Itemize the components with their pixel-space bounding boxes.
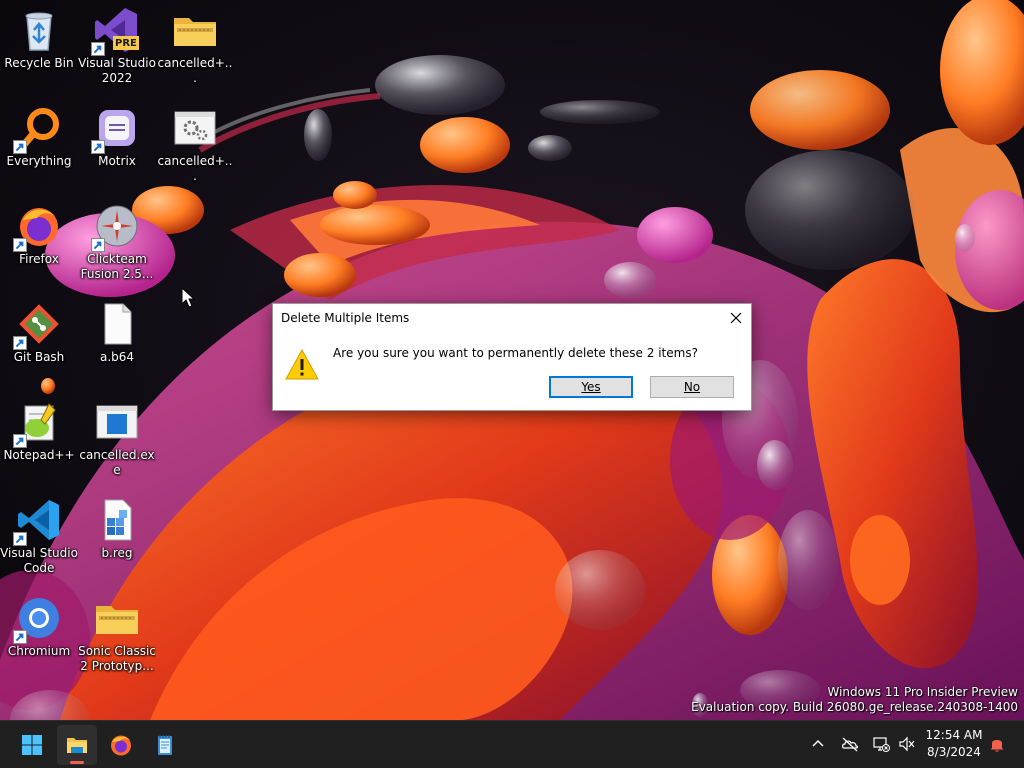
desktop-icon-label: Git Bash [13,350,65,364]
notepad-icon [158,735,172,755]
taskbar: 12:54 AM 8/3/2024 [0,720,1024,768]
desktop-icon-motrix[interactable]: Motrix [78,98,156,184]
desktop-icon-notepad-plus-plus[interactable]: Notepad++ [0,392,78,478]
dialog-titlebar[interactable]: Delete Multiple Items [273,304,751,332]
desktop-icon-sonic-classic[interactable]: Sonic Classic 2 Prototyp... [78,588,156,674]
desktop-icon-a-b64[interactable]: a.b64 [78,294,156,380]
desktop-icon-clickteam-fusion[interactable]: Clickteam Fusion 2.5... [78,196,156,282]
git-bash-icon [13,300,63,350]
desktop-icon-cancelled-exe[interactable]: cancelled.exe [78,392,156,478]
settings-file-icon [171,104,219,152]
no-button[interactable]: No [650,376,734,398]
onedrive-tray-button[interactable] [839,733,861,755]
vscode-icon [13,496,63,546]
chevron-up-icon [812,739,824,747]
clock-date: 8/3/2024 [927,745,981,759]
desktop-icon-label: Notepad++ [3,448,75,462]
everything-search-icon [13,104,63,154]
desktop-icon-label: Visual Studio Code [0,546,78,575]
show-hidden-icons-button[interactable] [807,733,829,755]
desktop-icon-label: b.reg [101,546,133,560]
registry-file-icon [93,496,141,544]
chromium-icon [13,594,63,644]
desktop-icon-label: cancelled+... [157,154,233,183]
desktop-icon-label: Firefox [19,252,59,266]
desktop-icon-label: Recycle Bin [4,56,74,70]
desktop-icon-label: cancelled+... [157,56,233,85]
firefox-icon [111,735,131,756]
shortcut-arrow-icon [91,140,105,154]
shortcut-arrow-icon [13,238,27,252]
close-button[interactable] [721,304,751,332]
taskbar-clock[interactable]: 12:54 AM 8/3/2024 [918,727,990,761]
active-app-indicator [70,761,84,764]
notifications-button[interactable] [986,733,1008,755]
taskbar-file-explorer[interactable] [57,725,97,765]
delete-confirmation-dialog: Delete Multiple Items Are you sure you w… [272,303,752,411]
volume-tray-button[interactable] [896,733,918,755]
desktop-icon-everything[interactable]: Everything [0,98,78,184]
desktop-icon-chromium[interactable]: Chromium [0,588,78,674]
network-disconnected-icon [873,737,890,752]
desktop-icon-vscode[interactable]: Visual Studio Code [0,490,78,576]
dialog-body: Are you sure you want to permanently del… [273,332,751,410]
yes-button[interactable]: Yes [549,376,633,398]
exe-window-icon [93,398,141,446]
motrix-icon [91,104,141,154]
blank-file-icon [93,300,141,348]
clickteam-fusion-icon [91,202,141,252]
taskbar-firefox[interactable] [101,725,141,765]
dialog-message: Are you sure you want to permanently del… [333,346,698,360]
file-explorer-icon [67,738,87,753]
notepad-plus-plus-icon [13,398,63,448]
desktop-icon-label: Visual Studio 2022 Preview [78,56,156,85]
no-button-label: No [683,380,701,394]
desktop-icon-label: Clickteam Fusion 2.5... [80,252,154,281]
notification-bell-icon [990,740,1004,752]
watermark-edition: Windows 11 Pro Insider Preview [827,685,1018,699]
clock-time: 12:54 AM [925,728,983,742]
shortcut-arrow-icon [13,434,27,448]
start-icon [22,735,42,755]
desktop-icon-label: Everything [6,154,72,168]
recycle-bin-icon [15,6,63,54]
firefox-icon [13,202,63,252]
desktop-icon-cancelled-zip[interactable]: cancelled+... [156,0,234,86]
close-icon [730,312,742,324]
shortcut-arrow-icon [13,630,27,644]
preview-badge: PRE [115,38,137,49]
shortcut-arrow-icon [13,532,27,546]
shortcut-arrow-icon [13,140,27,154]
desktop-icon-firefox[interactable]: Firefox [0,196,78,282]
warning-icon [285,348,319,380]
desktop-icon-label: a.b64 [99,350,135,364]
windows-watermark: Windows 11 Pro Insider Preview Evaluatio… [691,685,1018,715]
start-button[interactable] [12,725,52,765]
desktop-icon-label: Chromium [7,644,71,658]
mouse-cursor-icon [181,287,195,308]
desktop-icon-recycle-bin[interactable]: Recycle Bin [0,0,78,86]
zip-folder-icon [171,6,219,54]
desktop-icon-label: Sonic Classic 2 Prototyp... [78,644,156,673]
desktop-icon-label: Motrix [98,154,136,168]
watermark-build: Evaluation copy. Build 26080.ge_release.… [691,700,1018,714]
taskbar-notepad[interactable] [145,725,185,765]
desktop-icon-git-bash[interactable]: Git Bash [0,294,78,380]
shortcut-arrow-icon [91,238,105,252]
visual-studio-preview-icon: PRE [91,6,141,56]
dialog-title: Delete Multiple Items [281,311,410,325]
network-tray-button[interactable] [870,733,892,755]
yes-button-label: Yes [581,380,601,394]
desktop-icon-label: cancelled.exe [79,448,155,477]
desktop-icon-cancelled-settings[interactable]: cancelled+... [156,98,234,184]
desktop-icon-b-reg[interactable]: b.reg [78,490,156,576]
zip-folder-icon [93,594,141,642]
shortcut-arrow-icon [13,336,27,350]
onedrive-offline-icon [842,737,859,752]
shortcut-arrow-icon [91,42,105,56]
volume-muted-icon [899,736,915,752]
desktop-icon-visual-studio-preview[interactable]: PRE Visual Studio 2022 Preview [78,0,156,86]
